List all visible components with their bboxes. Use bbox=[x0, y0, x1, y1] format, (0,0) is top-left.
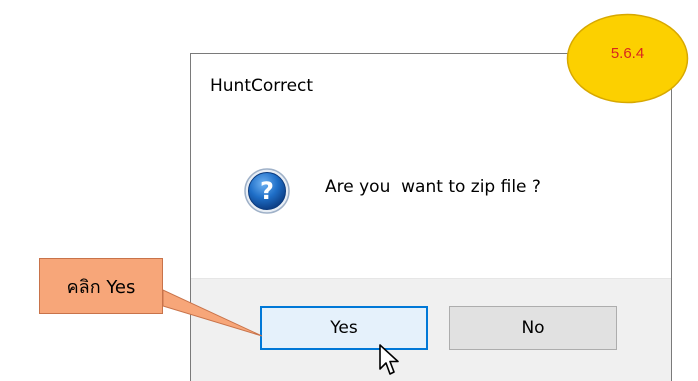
instruction-callout: คลิก Yes bbox=[39, 258, 163, 314]
question-icon: ? bbox=[244, 168, 290, 214]
dialog-title: HuntCorrect bbox=[210, 76, 314, 96]
dialog-button-bar: Yes No bbox=[191, 278, 671, 381]
svg-text:?: ? bbox=[260, 177, 274, 205]
dialog-message: Are you want to zip file ? bbox=[325, 177, 541, 197]
screenshot-stage: HuntCorrect ? Are you want to zip file ?… bbox=[0, 0, 698, 381]
mouse-pointer-icon bbox=[379, 344, 399, 375]
step-badge-label: 5.6.4 bbox=[610, 45, 645, 62]
yes-button[interactable]: Yes bbox=[260, 306, 428, 350]
no-button[interactable]: No bbox=[449, 306, 617, 350]
